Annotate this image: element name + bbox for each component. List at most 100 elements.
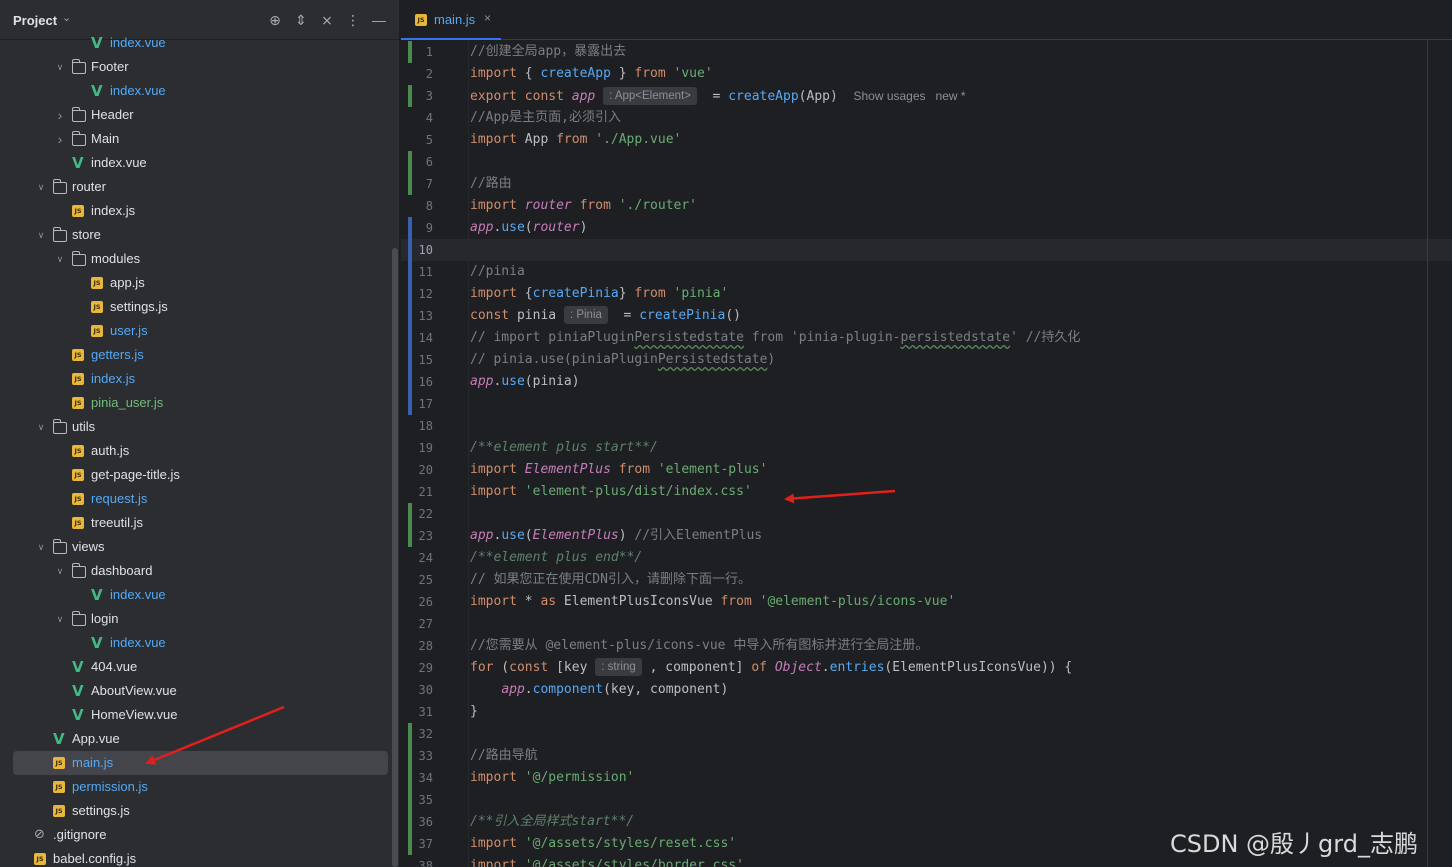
tree-file[interactable]: Vindex.vue <box>0 631 390 655</box>
code-line[interactable]: //创建全局app，暴露出去 <box>470 41 626 63</box>
change-marker[interactable] <box>408 371 412 393</box>
collapse-all-icon[interactable]: ⨯ <box>317 10 337 30</box>
change-marker[interactable] <box>408 173 412 195</box>
change-marker[interactable] <box>408 261 412 283</box>
minimize-icon[interactable]: — <box>369 10 389 30</box>
tree-file[interactable]: JS babel.config.js <box>0 847 390 867</box>
code-line[interactable]: //App是主页面,必须引入 <box>470 107 621 129</box>
code-line[interactable]: app.component(key, component) <box>470 679 728 701</box>
code-line[interactable]: const pinia : Pinia = createPinia() <box>470 305 741 327</box>
chevron-down-icon[interactable]: ∨ <box>35 415 47 439</box>
tree-file[interactable]: JS request.js <box>0 487 390 511</box>
code-line[interactable]: import '@/assets/styles/border.css' <box>470 855 744 867</box>
change-marker[interactable] <box>408 723 412 745</box>
change-marker[interactable] <box>408 745 412 767</box>
tree-file[interactable]: JS settings.js <box>0 295 390 319</box>
close-icon[interactable]: × <box>484 11 491 25</box>
code-line[interactable]: import '@/assets/styles/reset.css' <box>470 833 736 855</box>
change-marker[interactable] <box>408 833 412 855</box>
chevron-down-icon[interactable]: ∨ <box>35 535 47 559</box>
code-line[interactable]: //路由导航 <box>470 745 538 767</box>
tree-file[interactable]: V HomeView.vue <box>0 703 390 727</box>
tree-folder[interactable]: › Header <box>0 103 390 127</box>
tree-folder[interactable]: ∨ modules <box>0 247 390 271</box>
tree-scrollbar[interactable] <box>392 248 398 867</box>
change-marker[interactable] <box>408 85 412 107</box>
chevron-down-icon[interactable]: ⌄ <box>62 11 71 24</box>
tree-file[interactable]: JS getters.js <box>0 343 390 367</box>
tab-main-js[interactable]: JS main.js × <box>401 0 501 40</box>
tree-file[interactable]: JS settings.js <box>0 799 390 823</box>
tree-file[interactable]: Vindex.vue <box>0 79 390 103</box>
code-line[interactable]: import 'element-plus/dist/index.css' <box>470 481 752 503</box>
code-line[interactable]: for (const [key : string , component] of… <box>470 657 1072 679</box>
change-marker[interactable] <box>408 327 412 349</box>
tree-file[interactable]: JS get-page-title.js <box>0 463 390 487</box>
chevron-down-icon[interactable]: ∨ <box>54 559 66 583</box>
tree-file[interactable]: V AboutView.vue <box>0 679 390 703</box>
tree-folder[interactable]: ∨ dashboard <box>0 559 390 583</box>
tree-file[interactable]: Vindex.vue <box>0 35 390 55</box>
tree-folder[interactable]: ∨ utils <box>0 415 390 439</box>
project-title[interactable]: Project <box>13 13 57 28</box>
change-marker[interactable] <box>408 305 412 327</box>
code-line[interactable]: //路由 <box>470 173 512 195</box>
chevron-down-icon[interactable]: ∨ <box>54 55 66 79</box>
tree-folder[interactable]: ∨ router <box>0 175 390 199</box>
change-marker[interactable] <box>408 767 412 789</box>
chevron-right-icon[interactable]: › <box>54 103 66 127</box>
code-line[interactable]: //pinia <box>470 261 525 283</box>
tree-file[interactable]: JS user.js <box>0 319 390 343</box>
code-line[interactable]: /**element plus start**/ <box>470 437 658 459</box>
change-marker[interactable] <box>408 349 412 371</box>
chevron-right-icon[interactable]: › <box>54 127 66 151</box>
chevron-down-icon[interactable]: ∨ <box>35 175 47 199</box>
tree-file[interactable]: ⊘ .gitignore <box>0 823 390 847</box>
tree-file[interactable]: JS permission.js <box>0 775 390 799</box>
tree-file[interactable]: JS treeutil.js <box>0 511 390 535</box>
code-line[interactable]: app.use(router) <box>470 217 587 239</box>
change-marker[interactable] <box>408 503 412 525</box>
change-marker[interactable] <box>408 151 412 173</box>
code-line[interactable]: app.use(ElementPlus) //引入ElementPlus <box>470 525 762 547</box>
code-line[interactable]: // 如果您正在使用CDN引入，请删除下面一行。 <box>470 569 751 591</box>
tree-file[interactable]: Vindex.vue <box>0 151 390 175</box>
change-marker[interactable] <box>408 41 412 63</box>
code-line[interactable]: export const app : App<Element> = create… <box>470 85 966 107</box>
code-line[interactable]: //您需要从 @element-plus/icons-vue 中导入所有图标并进… <box>470 635 928 657</box>
code-line[interactable]: /**element plus end**/ <box>470 547 642 569</box>
chevron-down-icon[interactable]: ∨ <box>35 223 47 247</box>
code-line[interactable]: import ElementPlus from 'element-plus' <box>470 459 767 481</box>
change-marker[interactable] <box>408 525 412 547</box>
tree-file[interactable]: JS main.js <box>13 751 388 775</box>
code-line[interactable]: import App from './App.vue' <box>470 129 681 151</box>
expand-collapse-icon[interactable]: ⇕ <box>291 10 311 30</box>
tree-folder[interactable]: ∨ store <box>0 223 390 247</box>
code-line[interactable]: import '@/permission' <box>470 767 634 789</box>
tree-folder[interactable]: › Main <box>0 127 390 151</box>
more-icon[interactable]: ⋮ <box>343 10 363 30</box>
tree-file[interactable]: JS index.js <box>0 199 390 223</box>
code-line[interactable]: } <box>470 701 478 723</box>
code-line[interactable]: import router from './router' <box>470 195 697 217</box>
change-marker[interactable] <box>408 789 412 811</box>
code-line[interactable]: // import piniaPluginPersistedstate from… <box>470 327 1080 349</box>
chevron-down-icon[interactable]: ∨ <box>54 607 66 631</box>
change-marker[interactable] <box>408 239 412 261</box>
tree-file[interactable]: JS index.js <box>0 367 390 391</box>
tree-folder[interactable]: ∨ views <box>0 535 390 559</box>
code-line[interactable]: app.use(pinia) <box>470 371 580 393</box>
locate-icon[interactable]: ⊕ <box>265 10 285 30</box>
tree-file[interactable]: V 404.vue <box>0 655 390 679</box>
change-marker[interactable] <box>408 393 412 415</box>
change-marker[interactable] <box>408 283 412 305</box>
code-line[interactable]: /**引入全局样式start**/ <box>470 811 634 833</box>
change-marker[interactable] <box>408 811 412 833</box>
usage-hint[interactable]: Show usages new * <box>853 89 965 103</box>
tree-file[interactable]: JS app.js <box>0 271 390 295</box>
code-line[interactable]: // pinia.use(piniaPluginPersistedstate) <box>470 349 775 371</box>
code-line[interactable]: import {createPinia} from 'pinia' <box>470 283 728 305</box>
change-marker[interactable] <box>408 217 412 239</box>
tree-folder[interactable]: ∨ Footer <box>0 55 390 79</box>
tree-folder[interactable]: ∨ login <box>0 607 390 631</box>
